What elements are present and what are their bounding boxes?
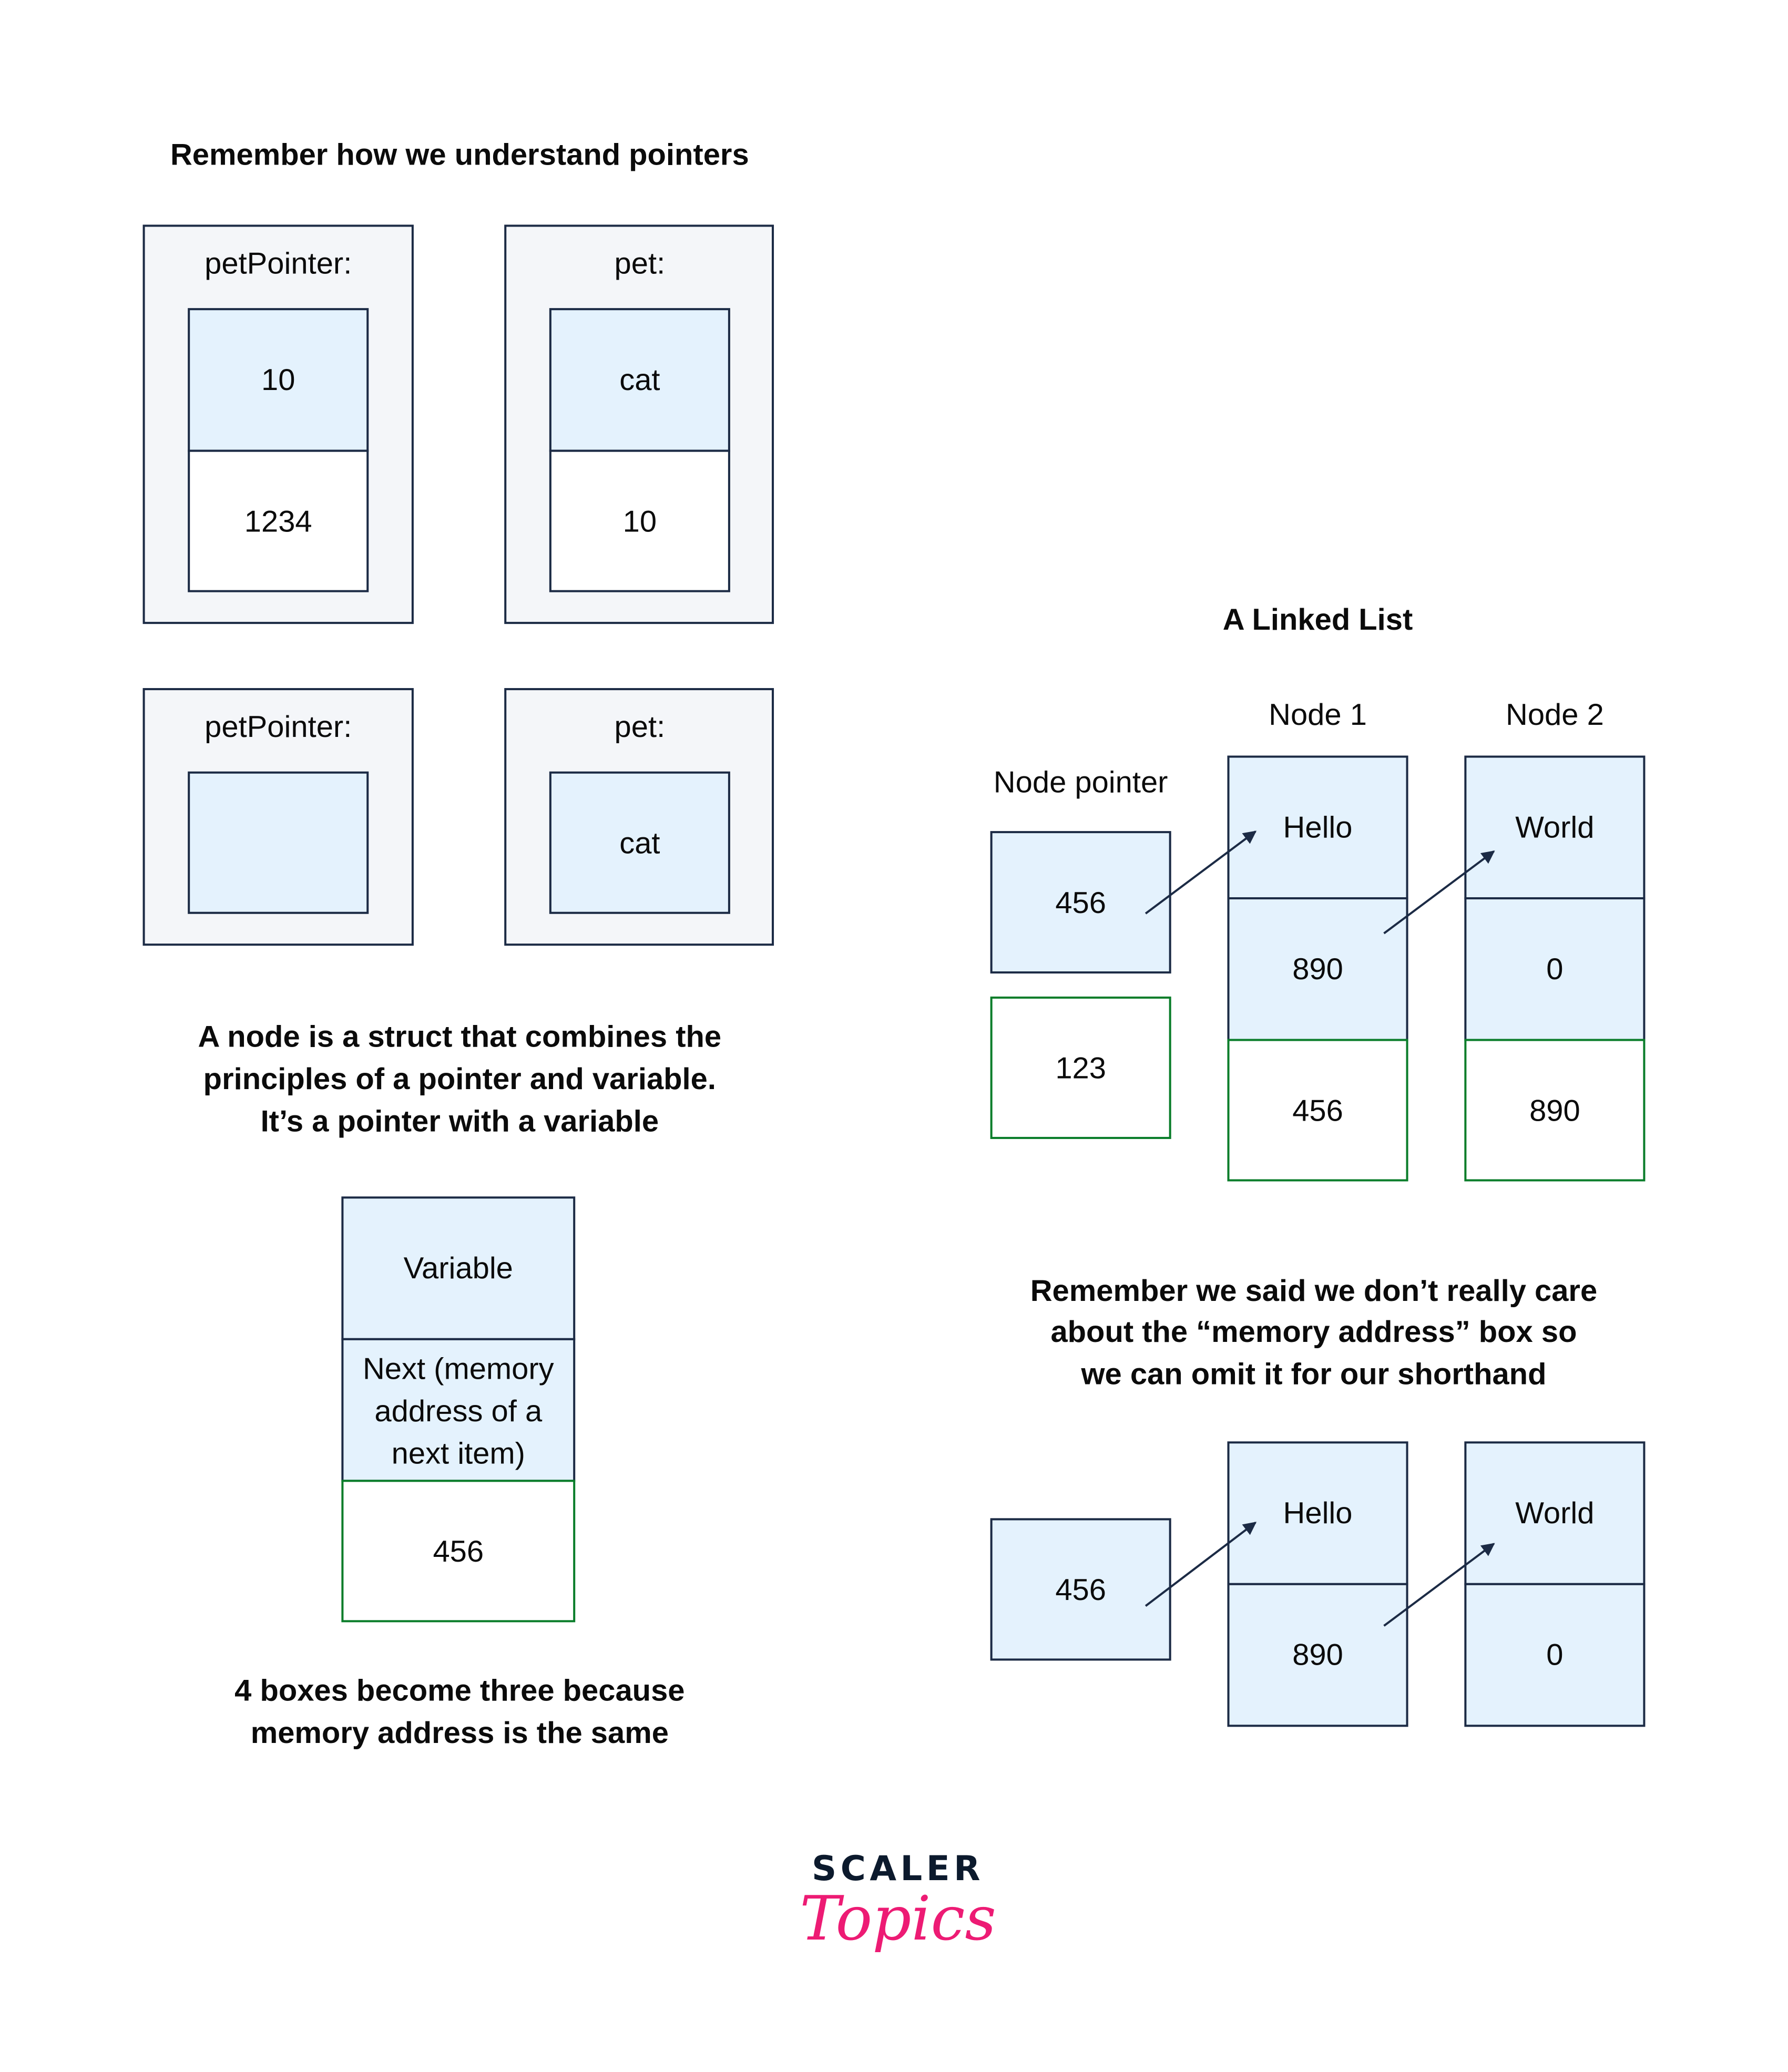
node-value: Hello — [1283, 811, 1353, 844]
pet-address: 10 — [623, 505, 657, 538]
logo-scaler-text: SCALER — [812, 1849, 984, 1889]
node-next: 890 — [1292, 1638, 1343, 1672]
pet-value: cat — [619, 827, 660, 860]
linked-list-title: A Linked List — [1223, 603, 1413, 637]
pet-pointer-label: petPointer: — [205, 247, 352, 280]
node-caption-line: memory address is the same — [251, 1716, 669, 1750]
node-address: 456 — [433, 1535, 484, 1568]
logo-topics-text: Topics — [800, 1883, 996, 1954]
pet-label: pet: — [615, 710, 666, 744]
pet-variable-row2: pet: cat — [504, 688, 774, 946]
node1-label: Node 1 — [1269, 698, 1367, 732]
node-variable-label: Variable — [404, 1252, 513, 1285]
node-value: World — [1515, 1496, 1594, 1530]
pet-pointer-value: 10 — [261, 363, 295, 397]
shorthand-description-line: Remember we said we don’t really care — [1030, 1274, 1597, 1308]
node-description-line: principles of a pointer and variable. — [203, 1062, 716, 1096]
pet-pointer-variable-row1: petPointer: 10 1234 — [142, 224, 414, 624]
node-pointer: 456 123 — [990, 831, 1171, 1139]
node-value: Hello — [1283, 1496, 1353, 1530]
node-pointer-label: Node pointer — [994, 766, 1168, 799]
node-description-line: It’s a pointer with a variable — [261, 1104, 659, 1138]
pet-pointer-label: petPointer: — [205, 710, 352, 744]
shorthand-pointer-value: 456 — [1055, 1573, 1106, 1607]
linked-list-node-1: Hello 890 456 — [1227, 755, 1408, 1182]
node-description-line: A node is a struct that combines the — [198, 1020, 722, 1053]
node-pointer-value: 456 — [1055, 886, 1106, 920]
node-caption-line: 4 boxes become three because — [234, 1674, 684, 1708]
node-next-label: Next (memory — [363, 1352, 554, 1386]
node-value: World — [1515, 811, 1594, 844]
pet-value: cat — [619, 363, 660, 397]
pet-pointer-address: 1234 — [244, 505, 312, 538]
shorthand-node-1: Hello 890 — [1227, 1441, 1408, 1727]
node-next-label: address of a — [374, 1394, 543, 1428]
node-description: A node is a struct that combines the pri… — [198, 1020, 722, 1138]
node-address: 456 — [1292, 1094, 1343, 1127]
pet-variable-row1: pet: cat 10 — [504, 224, 774, 624]
pointers-title: Remember how we understand pointers — [170, 138, 749, 172]
node-next: 890 — [1292, 952, 1343, 986]
node-pointer-address: 123 — [1055, 1052, 1106, 1085]
scaler-topics-logo: SCALER Topics — [800, 1849, 996, 1954]
pet-pointer-variable-row2: petPointer: — [142, 688, 414, 946]
diagram-canvas: Remember how we understand pointers petP… — [142, 138, 1646, 1954]
shorthand-description-line: we can omit it for our shorthand — [1080, 1358, 1546, 1391]
shorthand-node-2: World 0 — [1464, 1441, 1646, 1727]
shorthand-pointer: 456 — [990, 1518, 1171, 1661]
pet-pointer-value-box — [188, 771, 369, 914]
node-address: 890 — [1529, 1094, 1580, 1127]
node2-label: Node 2 — [1506, 698, 1604, 732]
shorthand-description-line: about the “memory address” box so — [1050, 1315, 1577, 1349]
node-next-label: next item) — [392, 1437, 525, 1471]
shorthand-description: Remember we said we don’t really care ab… — [1030, 1274, 1597, 1391]
node-next: 0 — [1546, 952, 1563, 986]
linked-list-node-2: World 0 890 — [1464, 755, 1646, 1182]
node-next: 0 — [1546, 1638, 1563, 1672]
node-caption: 4 boxes become three because memory addr… — [234, 1674, 684, 1750]
pet-label: pet: — [615, 247, 666, 280]
node-struct-diagram: Variable Next (memory address of a next … — [341, 1196, 576, 1623]
